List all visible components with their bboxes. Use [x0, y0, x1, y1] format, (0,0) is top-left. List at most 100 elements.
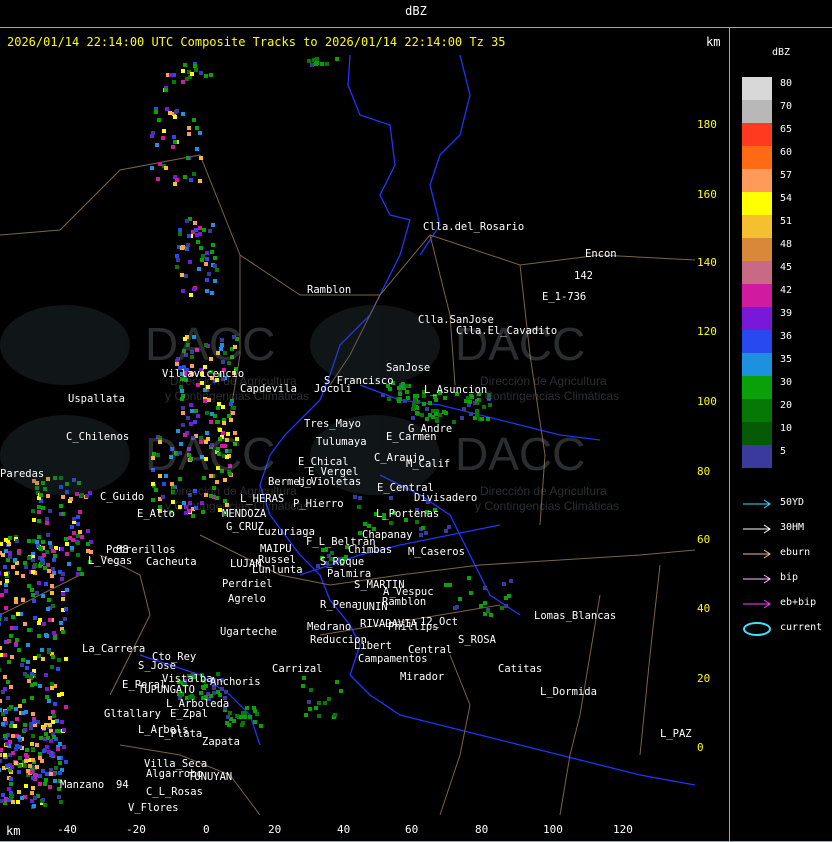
place-label: Chimbas	[348, 544, 392, 556]
y-tick-label: 120	[697, 325, 717, 338]
track-legend-row: 50YD	[742, 497, 804, 514]
place-label: Perdriel	[222, 578, 273, 590]
place-label: JUNIN	[356, 601, 388, 613]
place-label: M_Calif	[406, 458, 450, 470]
track-legend-row: 30HM	[742, 522, 804, 539]
track-legend-label: 30HM	[780, 522, 805, 533]
place-label: Jocoli	[314, 383, 352, 395]
place-label: Libert	[354, 640, 392, 652]
title-divider	[0, 27, 832, 28]
place-label: Tres_Mayo	[304, 418, 361, 430]
x-tick-label: 20	[268, 823, 282, 836]
place-label: E_1-736	[542, 291, 586, 303]
legend-value: 51	[780, 216, 793, 227]
place-label: Cacheuta	[146, 556, 197, 568]
y-tick-label: 180	[697, 118, 717, 131]
place-label: S_Jose	[138, 660, 176, 672]
place-label: L_Portenas	[376, 508, 439, 520]
x-tick-label: -40	[57, 823, 77, 836]
radar-map[interactable]: DACC Dirección de Agricultura y Contingenc…	[0, 55, 695, 815]
legend-swatch	[742, 422, 772, 445]
boundary-line	[439, 654, 471, 815]
svg-text:Dirección de Agricultura: Dirección de Agricultura	[480, 374, 607, 388]
place-label: L_Asuncion	[424, 384, 487, 396]
place-label: Catitas	[498, 663, 542, 675]
svg-text:Dirección de Agricultura: Dirección de Agricultura	[480, 484, 607, 498]
track-legend-row: bip	[742, 572, 798, 589]
legend-value: 30	[780, 377, 793, 388]
legend-swatch	[742, 376, 772, 399]
legend-swatch	[742, 399, 772, 422]
x-tick-label: -20	[126, 823, 146, 836]
place-label: MENDOZA	[222, 508, 267, 520]
arrow-icon	[743, 524, 771, 534]
legend-title: dBZ	[772, 47, 791, 58]
legend-value: 80	[780, 78, 793, 89]
legend-value: 57	[780, 170, 793, 181]
legend-value: 42	[780, 285, 793, 296]
y-axis-unit: km	[706, 35, 721, 49]
svg-text:y Contingencias Climáticas: y Contingencias Climáticas	[475, 389, 619, 403]
x-tick-label: 60	[405, 823, 419, 836]
boundary-line	[559, 594, 601, 815]
place-label: E_Zpal	[170, 708, 208, 720]
arrow-icon	[743, 574, 771, 584]
legend-swatch	[742, 215, 772, 238]
svg-text:y Contingencias Climáticas: y Contingencias Climáticas	[475, 499, 619, 513]
legend-value: 10	[780, 423, 793, 434]
place-label: S_ROSA	[458, 634, 497, 646]
boundary-line	[429, 234, 456, 386]
y-tick-label: 160	[697, 188, 717, 201]
legend-swatch	[742, 330, 772, 353]
legend-value: 54	[780, 193, 793, 204]
x-axis-unit: km	[6, 824, 21, 838]
svg-text:DACC: DACC	[455, 428, 585, 480]
composite-tracks-header: 2026/01/14 22:14:00 UTC Composite Tracks…	[7, 35, 506, 49]
place-label: Carrizal	[272, 663, 323, 675]
place-label: Divisadero	[414, 492, 477, 504]
place-label: 94	[116, 779, 129, 791]
y-tick-label: 60	[697, 533, 711, 546]
track-legend-label: 50YD	[780, 497, 805, 508]
legend-swatch	[742, 261, 772, 284]
place-label: Zapata	[202, 736, 240, 748]
place-label: Agrelo	[228, 593, 266, 605]
place-label: Central	[408, 644, 452, 656]
place-label: Tulumaya	[316, 436, 367, 448]
y-tick-label: 100	[697, 395, 717, 408]
y-tick-label: 20	[697, 672, 711, 685]
legend-swatch	[742, 123, 772, 146]
x-tick-label: 0	[203, 823, 210, 836]
current-ellipse-icon	[743, 622, 771, 636]
place-label: 12_Oct	[420, 616, 458, 628]
place-label: Uspallata	[68, 393, 125, 405]
place-label: P_Hierro	[293, 498, 344, 510]
boundary-line	[639, 564, 661, 756]
place-label: Ramblon	[307, 284, 351, 296]
track-legend-label: eburn	[780, 547, 811, 558]
legend-value: 45	[780, 262, 793, 273]
legend-value: 70	[780, 101, 793, 112]
arrow-icon	[743, 599, 771, 609]
legend-swatch	[742, 169, 772, 192]
legend-value: 20	[780, 400, 793, 411]
place-label: Villavicencio	[162, 368, 244, 380]
place-label: C_L_Rosas	[146, 786, 203, 798]
place-label: M_Caseros	[408, 546, 465, 558]
legend-value: 35	[780, 354, 793, 365]
place-label: Ugarteche	[220, 626, 277, 638]
place-label: S_Roque	[320, 556, 364, 568]
legend-divider	[729, 27, 730, 842]
river-line	[349, 674, 695, 786]
legend-swatch	[742, 192, 772, 215]
y-tick-label: 40	[697, 602, 711, 615]
track-legend-label: current	[780, 622, 823, 633]
place-label: V_Flores	[128, 802, 179, 814]
legend-swatch	[742, 77, 772, 100]
track-legend-row: eb+bip	[742, 597, 816, 614]
track-legend-row: current	[742, 622, 822, 639]
legend-swatch	[742, 284, 772, 307]
legend-value: 48	[780, 239, 793, 250]
place-label: C_Chilenos	[66, 431, 129, 443]
place-label: L_Vegas	[88, 555, 132, 567]
